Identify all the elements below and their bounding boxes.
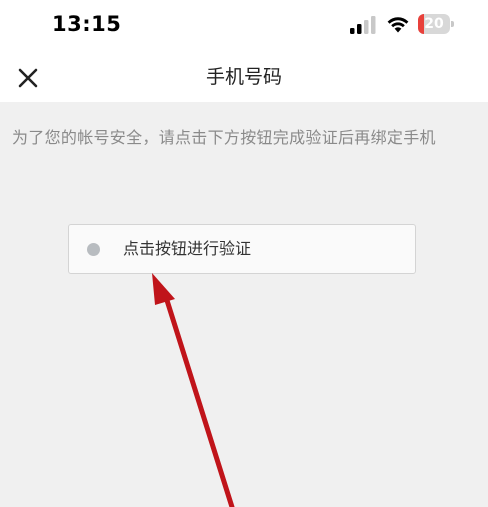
- instruction-text: 为了您的帐号安全，请点击下方按钮完成验证后再绑定手机: [12, 128, 436, 147]
- wifi-icon: [387, 17, 409, 33]
- signal-icon: [350, 16, 376, 34]
- battery-body: 20: [418, 14, 450, 34]
- status-time: 13:15: [52, 12, 122, 36]
- nav-bar: 手机号码: [0, 52, 488, 102]
- verify-button[interactable]: 点击按钮进行验证: [68, 224, 416, 274]
- page-title: 手机号码: [205, 66, 282, 88]
- status-bar: 13:15 20: [0, 0, 488, 52]
- verify-dot-icon: [87, 243, 100, 256]
- battery-tip: [451, 21, 454, 27]
- content-area: 为了您的帐号安全，请点击下方按钮完成验证后再绑定手机 点击按钮进行验证: [0, 102, 488, 507]
- battery-level: 20: [424, 16, 444, 32]
- verify-button-label: 点击按钮进行验证: [123, 239, 252, 258]
- battery-icon: 20: [418, 14, 454, 34]
